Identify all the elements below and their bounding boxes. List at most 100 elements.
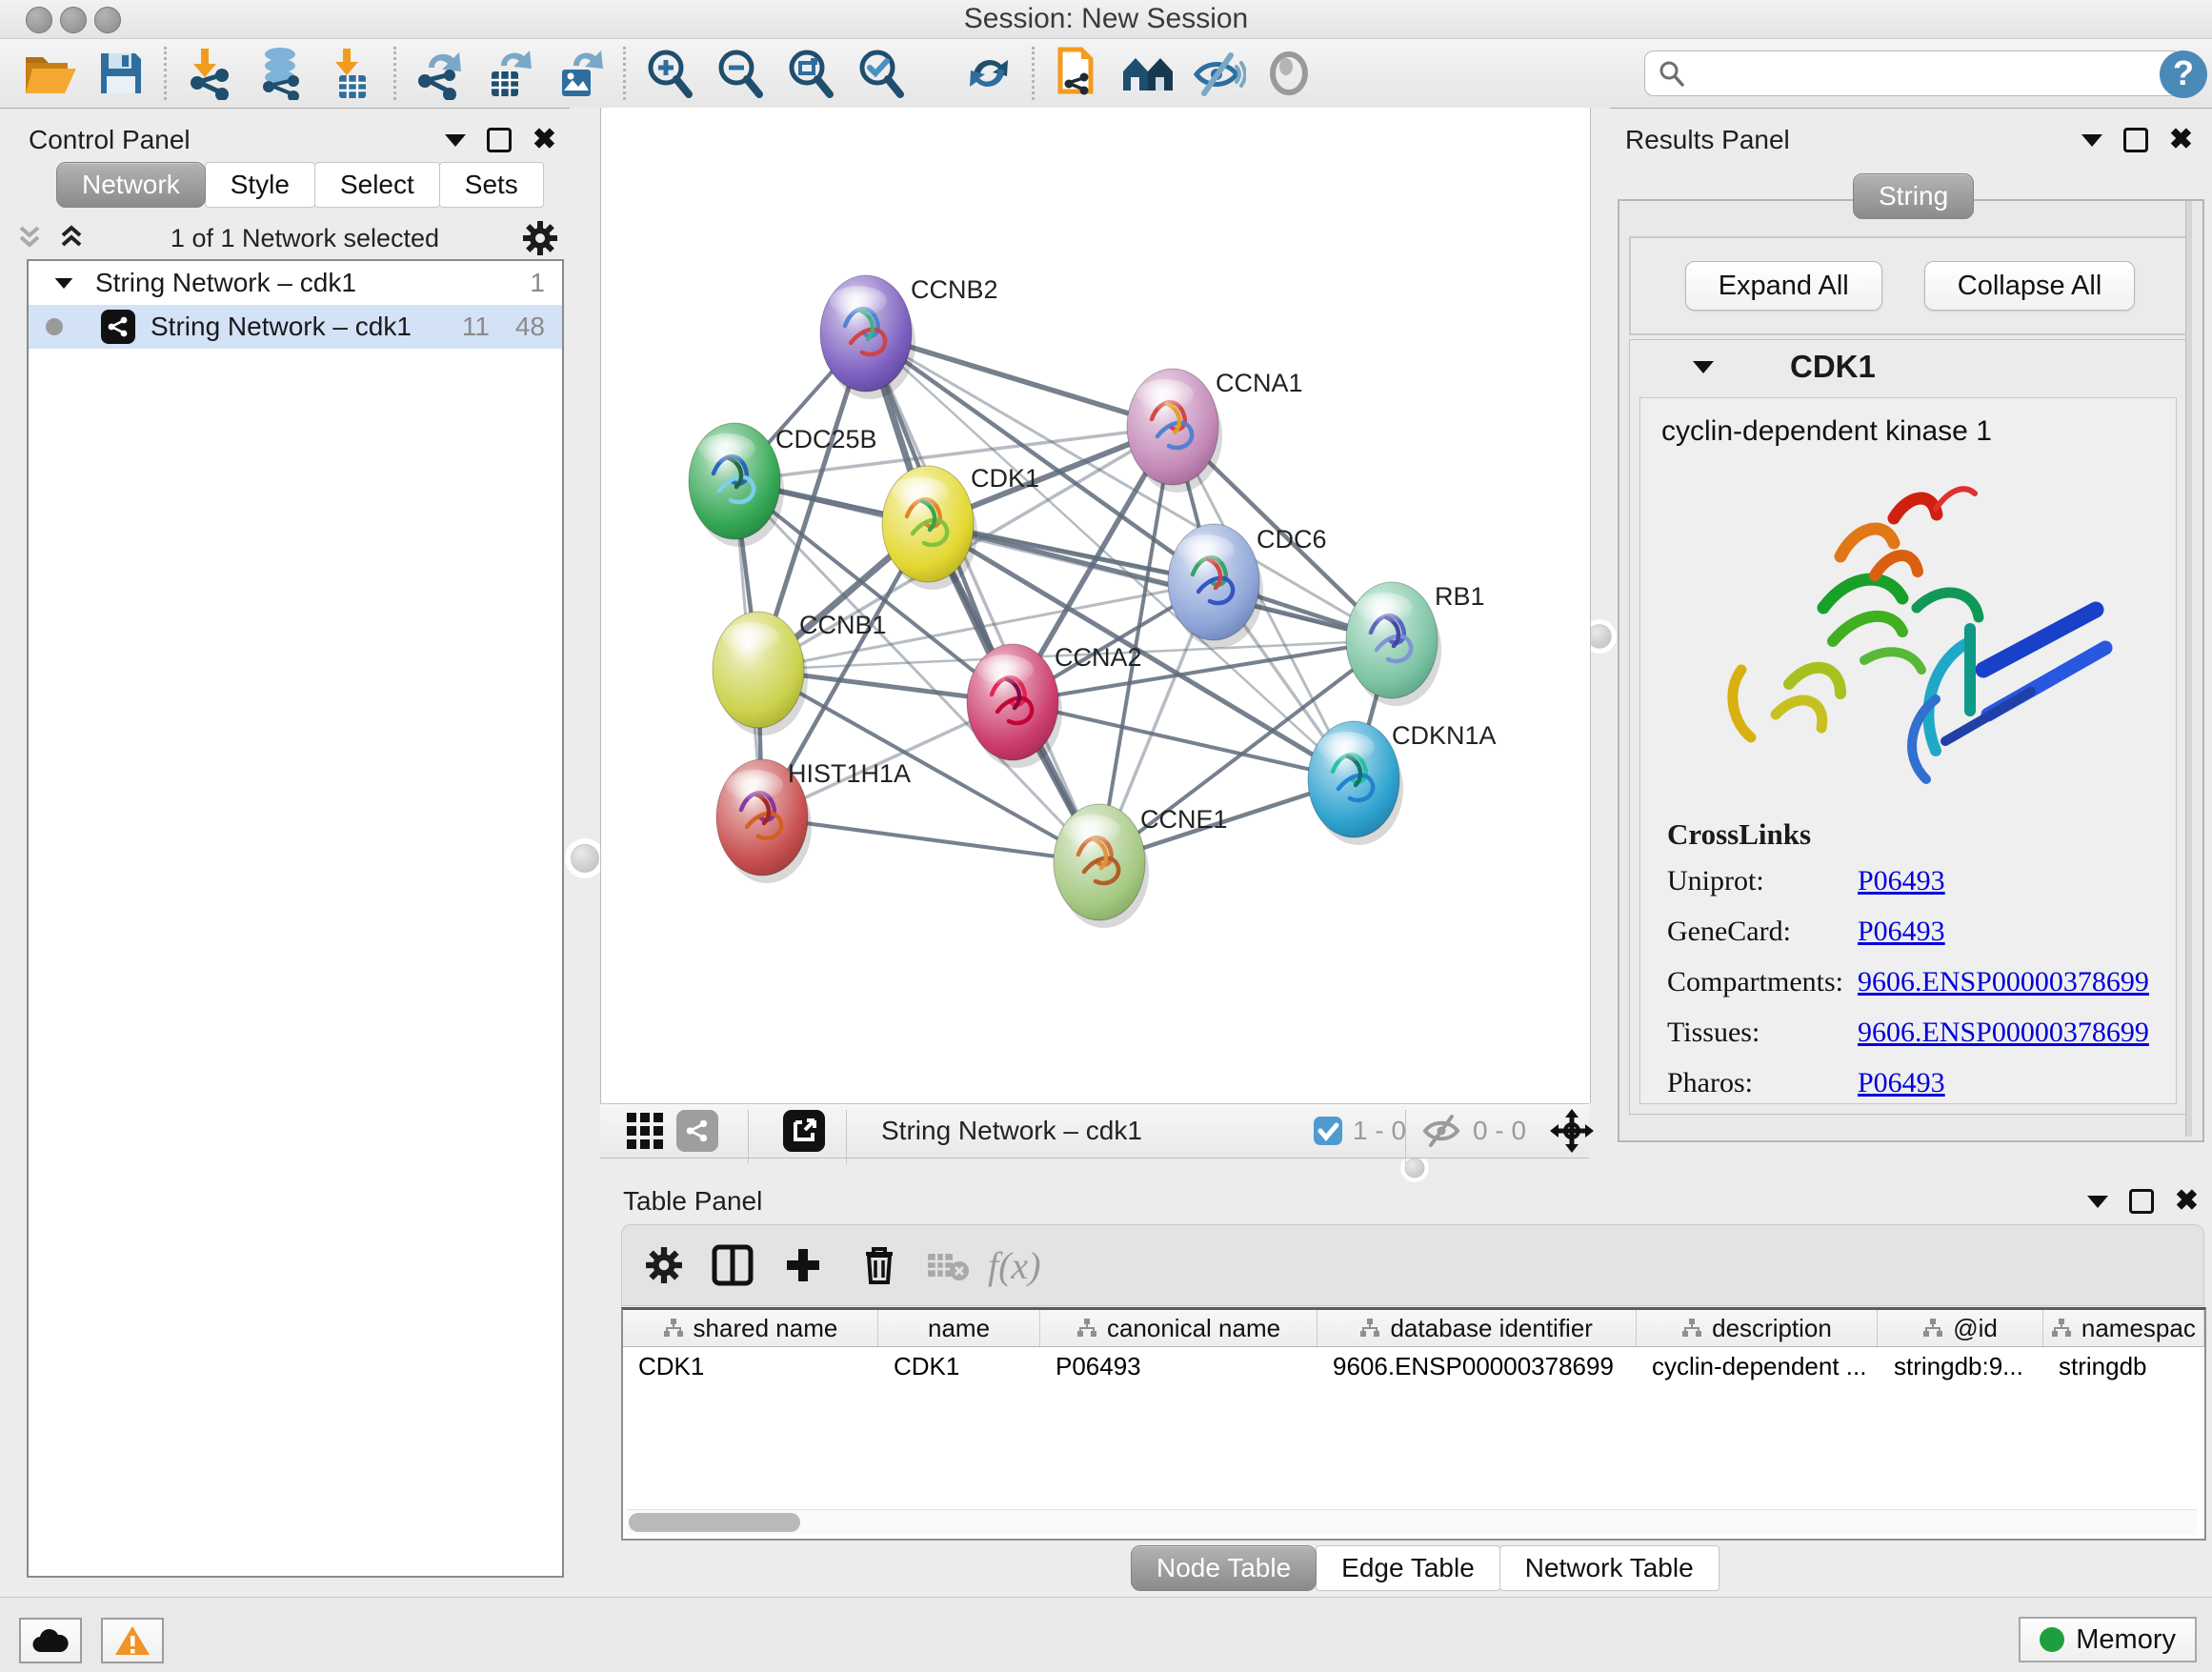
column-header-name[interactable]: name bbox=[878, 1310, 1040, 1346]
export-network-button[interactable] bbox=[404, 44, 474, 103]
network-edge[interactable] bbox=[762, 817, 1099, 862]
zoom-out-button[interactable] bbox=[704, 44, 774, 103]
network-node-CCNE1[interactable] bbox=[1054, 804, 1149, 928]
table-cell[interactable]: CDK1 bbox=[878, 1347, 1040, 1385]
table-row[interactable]: CDK1CDK1P064939606.ENSP00000378699cyclin… bbox=[623, 1347, 2204, 1385]
table-cell[interactable]: CDK1 bbox=[623, 1347, 878, 1385]
table-cell[interactable]: P06493 bbox=[1040, 1347, 1317, 1385]
network-node-RB1[interactable] bbox=[1346, 582, 1441, 706]
table-cell[interactable]: 9606.ENSP00000378699 bbox=[1317, 1347, 1637, 1385]
show-columns-button[interactable] bbox=[704, 1239, 761, 1292]
panel-float-icon[interactable] bbox=[445, 134, 466, 147]
crosslink-link[interactable]: 9606.ENSP00000378699 bbox=[1858, 1017, 2149, 1049]
crosslink-link[interactable]: P06493 bbox=[1858, 916, 1945, 948]
expand-all-button[interactable]: Expand All bbox=[1685, 261, 1882, 311]
table-cell[interactable]: cyclin-dependent ... bbox=[1637, 1347, 1879, 1385]
results-scrollbar[interactable] bbox=[2185, 201, 2192, 1137]
network-node-CDKN1A[interactable] bbox=[1308, 721, 1403, 845]
cloud-status-button[interactable] bbox=[19, 1618, 82, 1663]
splitter-handle[interactable] bbox=[1587, 624, 1612, 649]
detach-view-button[interactable] bbox=[783, 1110, 825, 1152]
tab-sets[interactable]: Sets bbox=[439, 162, 544, 208]
add-column-button[interactable] bbox=[774, 1239, 832, 1292]
network-options-gear-icon[interactable] bbox=[522, 220, 558, 256]
panel-maximize-icon[interactable] bbox=[487, 128, 512, 152]
import-network-file-button[interactable] bbox=[174, 44, 245, 103]
memory-button[interactable]: Memory bbox=[2019, 1617, 2197, 1662]
tab-style[interactable]: Style bbox=[205, 162, 315, 208]
panel-close-icon[interactable]: ✖ bbox=[2169, 131, 2193, 150]
zoom-fit-button[interactable] bbox=[774, 44, 845, 103]
tab-string[interactable]: String bbox=[1853, 173, 1974, 219]
expand-all-chevron-icon[interactable] bbox=[55, 224, 88, 252]
zoom-selected-button[interactable] bbox=[845, 44, 915, 103]
crosslink-link[interactable]: 9606.ENSP00000378699 bbox=[1858, 966, 2149, 998]
splitter-handle[interactable] bbox=[1405, 1158, 1425, 1178]
tab-network[interactable]: Network bbox=[56, 162, 206, 208]
fit-content-button[interactable] bbox=[1543, 1104, 1600, 1158]
zoom-in-button[interactable] bbox=[633, 44, 704, 103]
panel-close-icon[interactable]: ✖ bbox=[2175, 1192, 2199, 1211]
import-table-file-button[interactable] bbox=[315, 44, 386, 103]
network-row-selected[interactable]: String Network – cdk1 11 48 bbox=[29, 305, 562, 349]
table-options-button[interactable] bbox=[635, 1239, 693, 1292]
left-splitter[interactable] bbox=[570, 108, 600, 1158]
column-header-description[interactable]: description bbox=[1637, 1310, 1879, 1346]
tree-expand-icon[interactable] bbox=[55, 277, 73, 288]
node-label-CDKN1A: CDKN1A bbox=[1392, 721, 1497, 750]
panel-float-icon[interactable] bbox=[2081, 134, 2102, 147]
save-session-button[interactable] bbox=[86, 44, 156, 103]
network-node-CDK1[interactable] bbox=[882, 466, 977, 590]
column-header-canonical-name[interactable]: canonical name bbox=[1040, 1310, 1317, 1346]
table-cell[interactable]: stringdb:9... bbox=[1879, 1347, 2043, 1385]
panel-float-icon[interactable] bbox=[2087, 1196, 2108, 1208]
table-cell[interactable]: stringdb bbox=[2043, 1347, 2204, 1385]
tab-network-table[interactable]: Network Table bbox=[1499, 1545, 1719, 1591]
help-button[interactable]: ? bbox=[2148, 45, 2212, 104]
apply-style-refresh-button[interactable] bbox=[954, 44, 1024, 103]
selected-checkbox-icon[interactable] bbox=[1313, 1116, 1343, 1146]
search-input[interactable] bbox=[1644, 50, 2182, 96]
export-image-button[interactable] bbox=[545, 44, 615, 103]
tab-node-table[interactable]: Node Table bbox=[1131, 1545, 1317, 1591]
tab-select[interactable]: Select bbox=[314, 162, 440, 208]
network-node-CCNA2[interactable] bbox=[967, 644, 1062, 768]
crosslink-link[interactable]: P06493 bbox=[1858, 865, 1945, 897]
network-type-badge-gray[interactable] bbox=[676, 1110, 718, 1152]
open-session-button[interactable] bbox=[15, 44, 86, 103]
import-network-database-button[interactable] bbox=[245, 44, 315, 103]
gene-section-header[interactable]: CDK1 bbox=[1630, 340, 2188, 393]
crosslink-link[interactable]: P06493 bbox=[1858, 1067, 1945, 1099]
panel-maximize-icon[interactable] bbox=[2123, 128, 2148, 152]
column-header-namespac[interactable]: namespac bbox=[2043, 1310, 2204, 1346]
network-node-CDC6[interactable] bbox=[1168, 524, 1263, 648]
right-splitter[interactable] bbox=[1589, 108, 1610, 1158]
network-node-CCNA1[interactable] bbox=[1127, 369, 1222, 493]
collapse-all-chevron-icon[interactable] bbox=[13, 224, 46, 252]
panel-close-icon[interactable]: ✖ bbox=[533, 131, 556, 150]
section-collapse-icon[interactable] bbox=[1693, 361, 1714, 373]
network-edge[interactable] bbox=[1013, 702, 1354, 779]
birds-eye-view-button[interactable] bbox=[619, 1104, 671, 1158]
tab-edge-table[interactable]: Edge Table bbox=[1316, 1545, 1500, 1591]
warnings-button[interactable] bbox=[101, 1618, 164, 1663]
network-node-CCNB1[interactable] bbox=[713, 612, 808, 735]
delete-column-button[interactable] bbox=[851, 1239, 908, 1292]
splitter-handle[interactable] bbox=[571, 844, 599, 873]
column-header-database-identifier[interactable]: database identifier bbox=[1317, 1310, 1637, 1346]
scrollbar-thumb[interactable] bbox=[629, 1513, 800, 1532]
column-header-@id[interactable]: @id bbox=[1878, 1310, 2042, 1346]
export-table-button[interactable] bbox=[474, 44, 545, 103]
network-view-canvas[interactable]: CCNB2CCNA1CDC25BCDK1CDC6RB1CCNB1CCNA2CDK… bbox=[600, 108, 1591, 1103]
show-hidden-button[interactable] bbox=[1254, 44, 1324, 103]
network-collection-row[interactable]: String Network – cdk1 1 bbox=[29, 261, 562, 305]
network-node-CCNB2[interactable] bbox=[820, 275, 915, 399]
collapse-all-button[interactable]: Collapse All bbox=[1924, 261, 2136, 311]
copy-style-document-button[interactable] bbox=[1042, 44, 1113, 103]
table-hscrollbar[interactable] bbox=[627, 1509, 2197, 1535]
panel-maximize-icon[interactable] bbox=[2129, 1189, 2154, 1214]
show-all-nodes-button[interactable] bbox=[1113, 44, 1183, 103]
column-header-shared-name[interactable]: shared name bbox=[623, 1310, 878, 1346]
hide-selected-button[interactable] bbox=[1183, 44, 1254, 103]
horizontal-splitter[interactable] bbox=[600, 1158, 2212, 1175]
